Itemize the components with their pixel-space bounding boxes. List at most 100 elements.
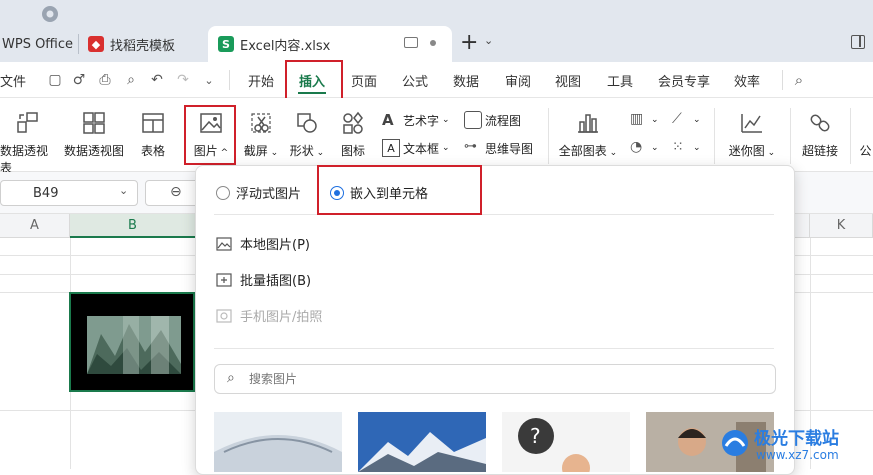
pie-chart-button[interactable]: ◔ ⌄ [630,138,659,158]
tab-wps-office[interactable]: WPS Office [0,26,76,62]
scatter-chart-button[interactable]: ⁙ ⌄ [672,138,701,158]
column-header-k[interactable]: K [810,214,873,238]
wordart-button[interactable]: A 艺术字 ⌄ [382,110,450,130]
pie-chart-icon: ◔ [630,139,643,155]
chevron-down-icon: ⌄ [764,148,776,158]
batch-insert-icon [216,272,232,287]
chevron-down-icon: ⌄ [693,115,701,125]
hyperlink-icon [810,114,830,132]
stock-image-thumbnail[interactable]: ? [502,412,630,472]
stadium-image [214,412,342,472]
pivot-table-icon [17,112,38,133]
zoom-icon[interactable]: ⊖ [145,180,201,206]
grid-row-line [795,274,873,275]
print-icon[interactable]: ⎙ [96,71,114,89]
close-dot-icon[interactable] [430,40,436,46]
chevron-down-icon: ⌄ [606,148,618,158]
stock-image-thumbnail[interactable] [214,412,342,472]
column-chart-button[interactable]: ▥ ⌄ [630,110,659,130]
textbox-button[interactable]: A 文本框 ⌄ [382,138,450,158]
chevron-down-icon[interactable]: ⌄ [200,71,218,89]
svg-text:?: ? [530,424,541,448]
local-picture-item[interactable]: 本地图片(P) [216,234,310,253]
chevron-down-icon: ⌄ [693,143,701,153]
mindmap-icon: ⊶ [464,139,477,154]
chevron-down-icon: ⌄ [313,148,325,158]
spreadsheet-icon: S [218,36,234,52]
column-header-b[interactable]: B [70,214,196,238]
batch-insert-item[interactable]: 批量插图(B) [216,270,311,289]
local-picture-icon [216,236,232,251]
screenshot-button[interactable]: 截屏 ⌄ [240,110,282,159]
menu-start[interactable]: 开始 [248,62,274,98]
name-box-value: B49 [33,186,59,201]
dropdown-divider [214,214,774,215]
stock-image-thumbnail[interactable] [358,412,486,472]
embedded-image-cell[interactable] [69,292,195,392]
print-preview-icon[interactable]: ⌕ [122,71,140,89]
chevron-down-icon[interactable]: ⌄ [119,184,128,197]
monitor-icon[interactable] [404,37,418,48]
menu-review[interactable]: 审阅 [505,62,531,98]
menu-data[interactable]: 数据 [453,62,479,98]
grid-row-line [0,255,195,256]
chevron-down-icon[interactable]: ⌄ [484,34,493,47]
pivot-chart-button[interactable]: 数据透视图 [62,110,126,159]
menu-file[interactable]: 文件 [0,62,26,98]
new-tab-button[interactable]: + [460,30,478,55]
picture-search-input[interactable] [249,369,749,389]
picture-search-box[interactable]: ⌕ [214,364,776,394]
search-icon: ⌕ [227,370,235,386]
menu-efficiency[interactable]: 效率 [734,62,760,98]
phone-picture-item[interactable]: 手机图片/拍照 [216,306,322,325]
table-button[interactable]: 表格 [132,110,174,159]
pivot-chart-icon [83,112,105,134]
undo-icon[interactable]: ↶ [148,71,166,89]
grid-row-line [0,410,195,411]
shapes-button[interactable]: 形状 ⌄ [286,110,328,159]
aurora-logo-icon [722,430,748,456]
line-chart-icon: ⟋ [672,111,682,127]
float-picture-radio[interactable] [216,185,230,200]
picture-dropdown-panel: 浮动式图片 嵌入到单元格 本地图片(P) 批量插图(B) 手机图片/拍照 ⌕ ? [195,165,795,475]
icons-icon [343,111,363,134]
menu-page[interactable]: 页面 [351,62,377,98]
sparkline-button[interactable]: 迷你图 ⌄ [724,110,780,159]
menu-view[interactable]: 视图 [555,62,581,98]
menu-member[interactable]: 会员专享 [658,62,710,98]
pivot-table-button[interactable]: 数据透视表 [0,110,56,176]
float-picture-option[interactable]: 浮动式图片 [216,183,301,202]
name-box[interactable]: B49 ⌄ [0,180,138,206]
bar-chart-icon [578,114,598,133]
tab-excel-file[interactable]: S Excel内容.xlsx [208,26,452,62]
chevron-down-icon: ⌄ [442,115,450,125]
column-header-j[interactable] [795,214,810,238]
flowchart-button[interactable]: 流程图 [464,110,521,130]
ribbon-separator [714,108,715,164]
line-chart-button[interactable]: ⟋ ⌄ [672,110,701,130]
gear-icon[interactable] [36,3,64,25]
textbox-icon: A [382,139,400,157]
grid-row-line [0,274,195,275]
hyperlink-button[interactable]: 超链接 [798,110,842,159]
mindmap-button[interactable]: ⊶ 思维导图 [464,138,533,158]
link-icon[interactable]: ♂ [70,71,88,89]
tab-template[interactable]: ◆ 找稻壳模板 [88,26,200,62]
shapes-icon [297,113,317,133]
window-layout-icon[interactable] [851,35,865,49]
save-icon[interactable]: ▢ [46,71,64,89]
menu-tools[interactable]: 工具 [607,62,633,98]
all-charts-button[interactable]: 全部图表 ⌄ [556,110,620,159]
more-button[interactable]: / 公 [858,110,873,159]
menu-formula[interactable]: 公式 [402,62,428,98]
ribbon-separator [850,108,851,164]
chevron-down-icon: ⌄ [267,148,279,158]
column-header-a[interactable]: A [0,214,70,238]
menu-divider [229,70,230,90]
search-icon[interactable]: ⌕ [790,71,808,89]
icons-button[interactable]: 图标 [334,110,372,159]
redo-icon[interactable]: ↷ [174,71,192,89]
docer-icon: ◆ [88,36,104,52]
question-bubble-image: ? [502,412,630,472]
tab-label: 找稻壳模板 [110,38,176,54]
